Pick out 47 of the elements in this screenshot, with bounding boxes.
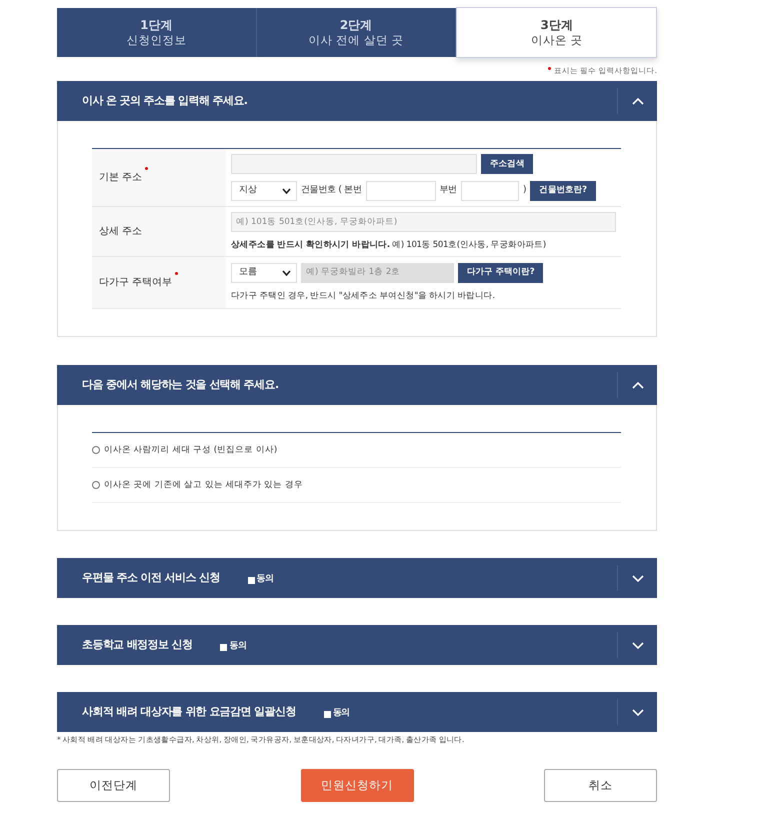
section-header[interactable]: 우편물 주소 이전 서비스 신청 동의 bbox=[57, 558, 657, 598]
collapse-icon[interactable] bbox=[632, 98, 644, 104]
info-button[interactable]: 주소검색 bbox=[481, 154, 534, 174]
field-label: 상세 주소 bbox=[99, 225, 142, 239]
consent-label: 동의 bbox=[220, 640, 246, 654]
section-header[interactable]: 사회적 배려 대상자를 위한 요금감면 일괄신청 동의 bbox=[57, 692, 657, 732]
expand-icon[interactable] bbox=[632, 708, 644, 716]
input-field[interactable] bbox=[231, 154, 477, 174]
field-label: 다가구 주택여부 bbox=[99, 276, 172, 290]
expand-icon[interactable] bbox=[632, 574, 644, 582]
radio-button[interactable] bbox=[92, 446, 100, 454]
action-button[interactable]: 취소 bbox=[544, 769, 657, 802]
section-header[interactable]: 초등학교 배정정보 신청 동의 bbox=[57, 625, 657, 665]
required-mark-icon bbox=[548, 67, 551, 70]
field-label: 기본 주소 bbox=[99, 171, 142, 185]
section-title: 다음 중에서 해당하는 것을 선택해 주세요. bbox=[81, 376, 279, 393]
action-button[interactable]: 이전단계 bbox=[57, 769, 170, 802]
step-tab[interactable]: 2단계 이사 전에 살던 곳 bbox=[256, 8, 456, 57]
consent-label: 동의 bbox=[324, 707, 350, 721]
caret-icon bbox=[282, 270, 291, 276]
collapse-icon[interactable] bbox=[632, 382, 644, 388]
help-text: 상세주소를 반드시 확인하시기 바랍니다. 예) 101동 501호(인사동, 무궁화아파트) bbox=[231, 240, 547, 251]
option-label[interactable]: 이사온 곳에 기존에 살고 있는 세대주가 있는 경우 bbox=[104, 478, 303, 492]
section-title: 사회적 배려 대상자를 위한 요금감면 일괄신청 bbox=[82, 704, 296, 720]
field-text: 건물번호 ( 본번 bbox=[301, 184, 362, 198]
input-field[interactable] bbox=[460, 180, 519, 201]
info-button[interactable]: 다가구 주택이란? bbox=[458, 262, 544, 283]
option-label[interactable]: 이사온 사람끼리 세대 구성 (빈집으로 이사) bbox=[104, 444, 278, 456]
field-text: 부번 bbox=[440, 184, 457, 198]
section-title: 초등학교 배정정보 신청 bbox=[82, 636, 192, 653]
expand-icon[interactable] bbox=[632, 642, 644, 648]
step-tab[interactable]: 1단계 신청인정보 bbox=[57, 8, 257, 57]
radio-button[interactable] bbox=[92, 481, 100, 489]
step-tab[interactable]: 3단계 이사온 곳 bbox=[456, 7, 658, 58]
info-button[interactable]: 건물번호란? bbox=[530, 180, 596, 201]
field-text: ) bbox=[522, 184, 526, 198]
caret-icon bbox=[282, 188, 291, 194]
select-field[interactable]: 지상 bbox=[231, 180, 297, 201]
select-field[interactable]: 모름 bbox=[231, 262, 297, 283]
input-field[interactable] bbox=[366, 180, 436, 201]
help-text: 다가구 주택인 경우, 반드시 "상세주소 부여신청"을 하시기 바랍니다. bbox=[231, 291, 496, 302]
section-header[interactable]: 다음 중에서 해당하는 것을 선택해 주세요. bbox=[57, 365, 657, 405]
disabled-input-field: 예) 무궁화빌라 1층 2호 bbox=[301, 262, 454, 283]
section-title: 우편물 주소 이전 서비스 신청 bbox=[82, 570, 220, 586]
consent-label: 동의 bbox=[248, 573, 274, 587]
section-header[interactable]: 이사 온 곳의 주소를 입력해 주세요. bbox=[57, 81, 657, 121]
section-title: 이사 온 곳의 주소를 입력해 주세요. bbox=[81, 92, 248, 109]
